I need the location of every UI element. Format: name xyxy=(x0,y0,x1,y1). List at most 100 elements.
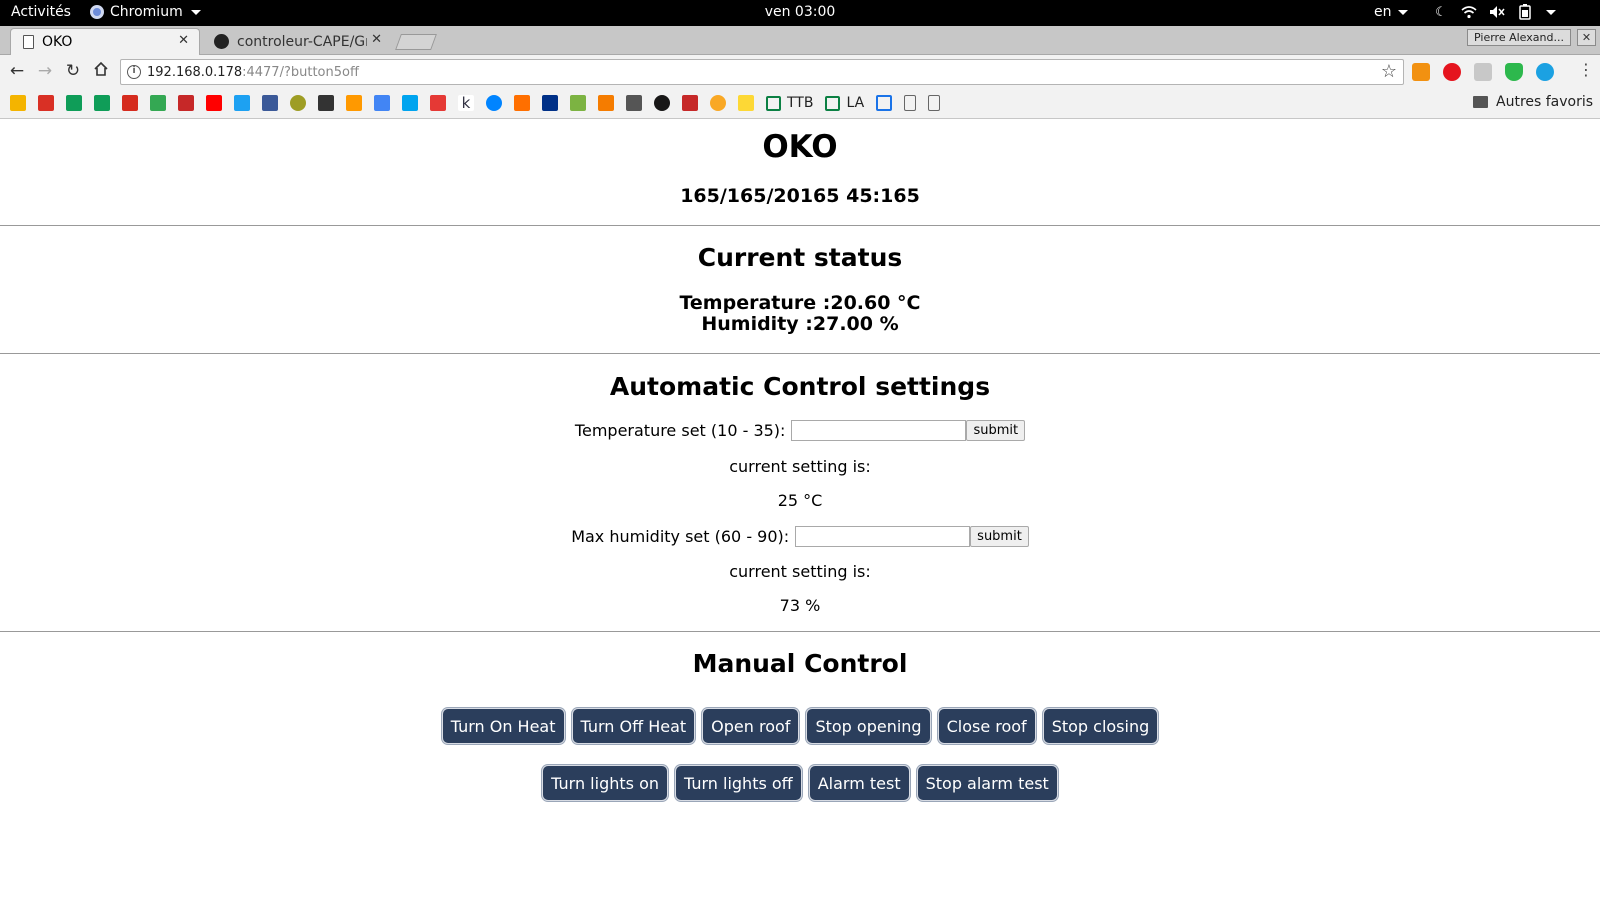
opera-extension-icon[interactable] xyxy=(1443,63,1461,81)
divider xyxy=(0,353,1600,354)
humidity-current-value: 73 % xyxy=(779,596,821,615)
maps-bookmark-icon[interactable] xyxy=(150,95,166,111)
close-icon[interactable]: ✕ xyxy=(178,33,189,48)
rss-disabled-extension-icon[interactable] xyxy=(1474,63,1492,81)
grid-bookmark-icon[interactable] xyxy=(178,95,194,111)
url-host: 192.168.0.178 xyxy=(147,65,243,80)
temperature-current-value: 25 °C xyxy=(777,491,823,510)
battery-icon xyxy=(1516,3,1534,21)
stop-alarm-test-button[interactable]: Stop alarm test xyxy=(916,765,1058,801)
gmail-bookmark-icon[interactable] xyxy=(38,95,54,111)
bookmark-label: TTB xyxy=(787,95,814,111)
language-label: en xyxy=(1374,4,1392,20)
divider xyxy=(0,631,1600,632)
close-icon[interactable]: ✕ xyxy=(371,32,382,47)
language-selector[interactable]: en xyxy=(1374,4,1408,20)
sheet-icon xyxy=(825,95,841,111)
temperature-set-input[interactable] xyxy=(791,420,967,441)
tab-github[interactable]: controleur-CAPE/Gr ✕ xyxy=(206,28,392,55)
volume-muted-icon xyxy=(1488,3,1506,21)
sheets-bookmark-icon[interactable] xyxy=(66,95,82,111)
clock[interactable]: ven 03:00 xyxy=(0,4,1600,20)
back-arrow-icon[interactable]: ← xyxy=(7,61,27,81)
humidity-submit-button[interactable]: submit xyxy=(970,526,1029,547)
messenger-bookmark-icon[interactable] xyxy=(486,95,502,111)
bookmark-label: LA xyxy=(846,95,865,111)
new-tab-button[interactable] xyxy=(395,34,437,50)
bookmarks-bar: k TTB LA Autres favoris xyxy=(0,88,1600,119)
twitter-bookmark-icon[interactable] xyxy=(234,95,250,111)
page-bookmark-icon[interactable] xyxy=(904,95,917,111)
url-path: :4477/?button5off xyxy=(242,65,359,80)
humidity-set-label: Max humidity set (60 - 90): xyxy=(571,527,790,546)
sheet-icon xyxy=(766,95,781,111)
stop-opening-button[interactable]: Stop opening xyxy=(806,708,931,744)
youtube-bookmark-icon[interactable] xyxy=(206,95,222,111)
temperature-set-form: Temperature set (10 - 35): submit xyxy=(0,420,1600,441)
leaf-bookmark-icon[interactable] xyxy=(570,95,586,111)
bookmark-ttb[interactable]: TTB xyxy=(766,95,813,111)
reload-icon[interactable]: ↻ xyxy=(63,61,83,81)
home-icon[interactable] xyxy=(91,61,111,81)
bookmark-star-icon[interactable]: ☆ xyxy=(1381,61,1397,82)
system-status-area[interactable]: ☾ xyxy=(1432,3,1556,21)
github-icon xyxy=(214,34,229,49)
smiley-bookmark-icon[interactable] xyxy=(710,95,726,111)
sheets2-bookmark-icon[interactable] xyxy=(94,95,110,111)
auto-control-heading: Automatic Control settings xyxy=(609,372,991,401)
microsoft-bookmark-icon[interactable] xyxy=(402,95,418,111)
canada-bookmark-icon[interactable] xyxy=(122,95,138,111)
tab-strip: OKO ✕ controleur-CAPE/Gr ✕ xyxy=(0,26,1600,55)
shield-extension-icon[interactable] xyxy=(1505,63,1523,81)
flag-bookmark-icon[interactable] xyxy=(598,95,614,111)
github-bookmark-icon[interactable] xyxy=(654,95,670,111)
menu-icon[interactable]: ⋮ xyxy=(1578,60,1594,79)
alarm-test-button[interactable]: Alarm test xyxy=(808,765,910,801)
tool-bookmark-icon[interactable] xyxy=(626,95,642,111)
gift-bookmark-icon[interactable] xyxy=(430,95,446,111)
system-top-bar: Activités Chromium ven 03:00 en ☾ xyxy=(0,0,1600,26)
humidity-current-label: current setting is: xyxy=(729,562,871,581)
extensions-area xyxy=(1412,63,1554,81)
slides-bookmark-icon[interactable] xyxy=(876,95,893,111)
close-roof-button[interactable]: Close roof xyxy=(937,708,1036,744)
turn-on-heat-button[interactable]: Turn On Heat xyxy=(441,708,565,744)
bookmark-la[interactable]: LA xyxy=(825,95,864,111)
address-bar[interactable]: i 192.168.0.178:4477/?button5off ☆ xyxy=(120,59,1404,85)
translate-bookmark-icon[interactable] xyxy=(374,95,390,111)
filter-bookmark-icon[interactable] xyxy=(514,95,530,111)
site-info-icon[interactable]: i xyxy=(127,65,141,79)
other-bookmarks[interactable]: Autres favoris xyxy=(1473,94,1593,110)
turn-off-heat-button[interactable]: Turn Off Heat xyxy=(571,708,696,744)
amazon-bookmark-icon[interactable] xyxy=(346,95,362,111)
temperature-current-label: current setting is: xyxy=(729,457,871,476)
open-roof-button[interactable]: Open roof xyxy=(702,708,800,744)
drive-bookmark-icon[interactable] xyxy=(10,95,26,111)
paypal-bookmark-icon[interactable] xyxy=(542,95,558,111)
humidity-set-input[interactable] xyxy=(795,526,971,547)
k-bookmark-icon[interactable]: k xyxy=(458,95,474,111)
forward-arrow-icon[interactable]: → xyxy=(35,61,55,81)
turn-lights-off-button[interactable]: Turn lights off xyxy=(675,765,802,801)
temperature-reading: Temperature :20.60 °C xyxy=(679,292,921,314)
tab-title: OKO xyxy=(42,34,73,50)
rss-extension-icon[interactable] xyxy=(1412,63,1430,81)
humidity-reading: Humidity :27.00 % xyxy=(701,313,899,335)
temperature-submit-button[interactable]: submit xyxy=(966,420,1026,441)
briefcase-bookmark-icon[interactable] xyxy=(318,95,334,111)
profile-button[interactable]: Pierre Alexand... xyxy=(1467,29,1571,46)
circle-bookmark-icon[interactable] xyxy=(290,95,306,111)
tab-oko[interactable]: OKO ✕ xyxy=(10,28,200,55)
page-title: OKO xyxy=(762,129,838,165)
facebook-bookmark-icon[interactable] xyxy=(262,95,278,111)
skype-extension-icon[interactable] xyxy=(1536,63,1554,81)
page2-bookmark-icon[interactable] xyxy=(928,95,941,111)
browser-toolbar: ← → ↻ i 192.168.0.178:4477/?button5off ☆… xyxy=(0,55,1600,88)
page-content: OKO 165/165/20165 45:165 Current status … xyxy=(0,119,1600,900)
status-heading: Current status xyxy=(697,243,903,272)
video-bookmark-icon[interactable] xyxy=(682,95,698,111)
turn-lights-on-button[interactable]: Turn lights on xyxy=(542,765,668,801)
stop-closing-button[interactable]: Stop closing xyxy=(1042,708,1159,744)
yellow-bookmark-icon[interactable] xyxy=(738,95,754,111)
window-close-button[interactable]: ✕ xyxy=(1577,29,1596,46)
